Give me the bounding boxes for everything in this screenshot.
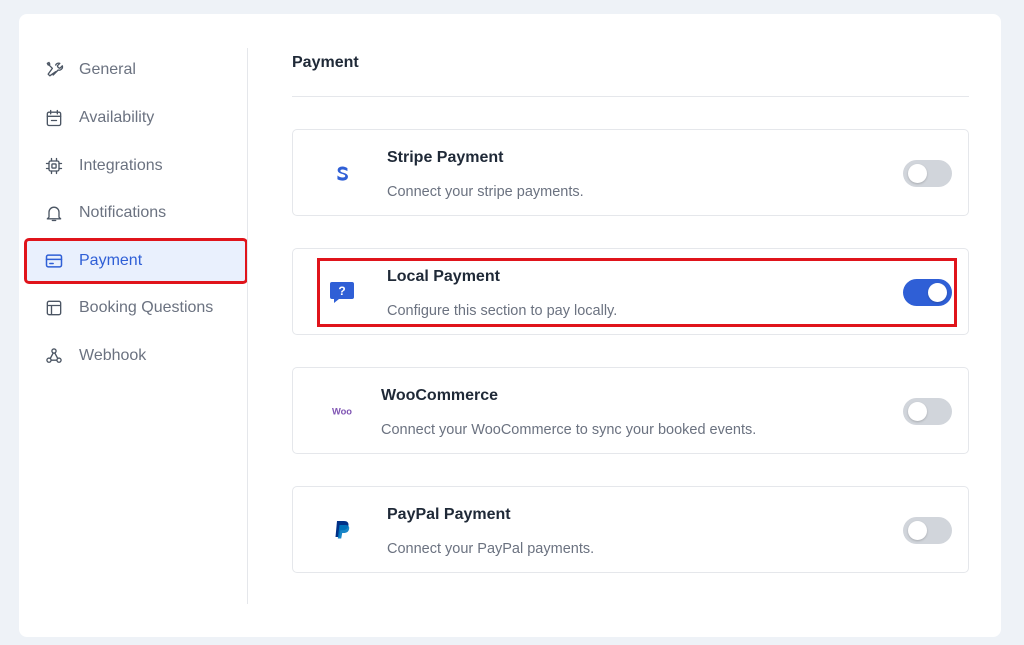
svg-text:?: ?	[338, 284, 345, 298]
payment-method-description: Configure this section to pay locally.	[387, 303, 618, 319]
payment-method-description: Connect your WooCommerce to sync your bo…	[381, 422, 757, 438]
sidebar-item-label: Integrations	[79, 157, 163, 174]
sidebar-item-payment[interactable]: Payment	[24, 238, 248, 284]
paypal-icon	[327, 515, 357, 545]
sidebar-item-notifications[interactable]: Notifications	[25, 191, 247, 235]
payment-method-description: Connect your stripe payments.	[387, 184, 584, 200]
woocommerce-toggle[interactable]	[903, 398, 952, 425]
layout-icon	[43, 297, 65, 319]
sidebar-item-label: Notifications	[79, 204, 167, 221]
sidebar-item-integrations[interactable]: Integrations	[25, 144, 247, 188]
sidebar-item-webhook[interactable]: Webhook	[25, 334, 247, 378]
toggle-knob	[928, 283, 947, 302]
sidebar-item-label: Availability	[79, 109, 155, 126]
sidebar-item-booking-questions[interactable]: Booking Questions	[25, 286, 247, 330]
payment-method-title: Local Payment	[387, 268, 500, 285]
credit-card-icon	[43, 250, 65, 272]
stripe-toggle[interactable]	[903, 160, 952, 187]
chip-icon	[43, 155, 65, 177]
sidebar-item-label: Booking Questions	[79, 299, 214, 316]
calendar-icon	[43, 107, 65, 129]
payment-method-woocommerce: Woo WooCommerce Connect your WooCommerce…	[292, 367, 969, 454]
settings-sidebar: General Availability Integrations Notifi…	[19, 14, 248, 637]
bell-icon	[43, 202, 65, 224]
stripe-icon	[327, 158, 357, 188]
toggle-knob	[908, 164, 927, 183]
local-payment-toggle[interactable]	[903, 279, 952, 306]
payment-method-paypal: PayPal Payment Connect your PayPal payme…	[292, 486, 969, 573]
sidebar-item-label: Payment	[79, 252, 143, 269]
tools-icon	[43, 59, 65, 81]
payment-method-title: PayPal Payment	[387, 506, 511, 523]
payment-method-title: Stripe Payment	[387, 149, 504, 166]
payment-method-stripe: Stripe Payment Connect your stripe payme…	[292, 129, 969, 216]
sidebar-item-availability[interactable]: Availability	[25, 96, 247, 140]
toggle-knob	[908, 521, 927, 540]
page-title: Payment	[292, 54, 359, 71]
sidebar-item-label: Webhook	[79, 347, 147, 364]
svg-text:Woo: Woo	[332, 407, 352, 417]
webhook-icon	[43, 345, 65, 367]
local-payment-icon: ?	[327, 277, 357, 307]
payment-method-title: WooCommerce	[381, 387, 499, 404]
title-divider	[292, 96, 969, 97]
payment-method-local: ? Local Payment Configure this section t…	[292, 248, 969, 335]
sidebar-item-label: General	[79, 61, 136, 78]
payment-method-description: Connect your PayPal payments.	[387, 541, 595, 557]
paypal-toggle[interactable]	[903, 517, 952, 544]
sidebar-item-general[interactable]: General	[25, 48, 247, 92]
toggle-knob	[908, 402, 927, 421]
sidebar-divider	[247, 48, 248, 604]
woocommerce-icon: Woo	[327, 396, 357, 426]
settings-card: General Availability Integrations Notifi…	[19, 14, 1001, 637]
